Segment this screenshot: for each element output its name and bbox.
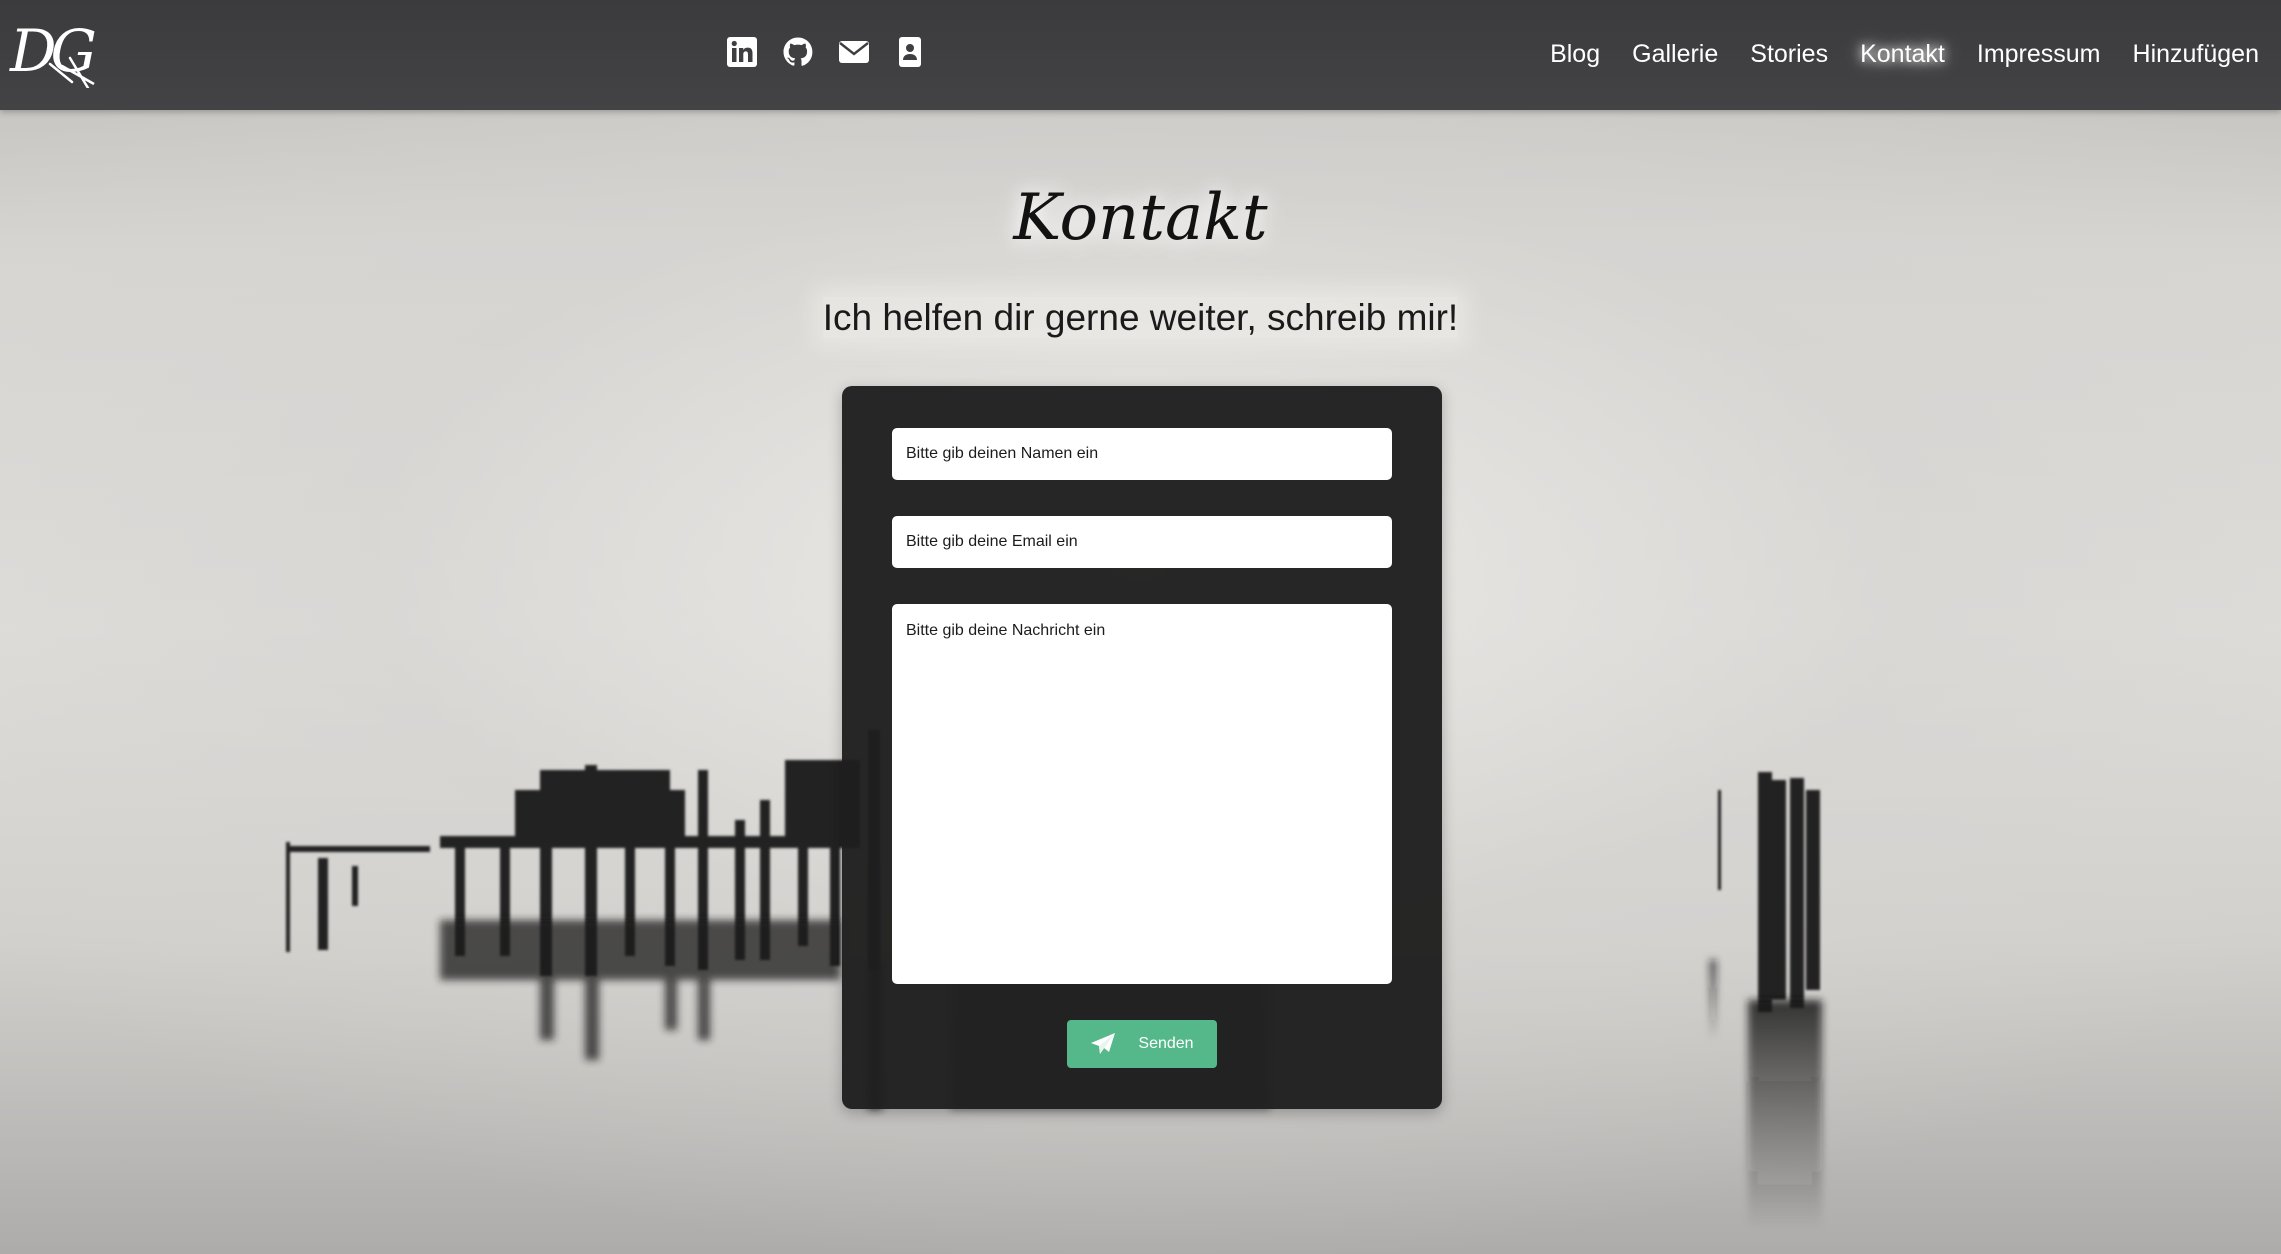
send-button[interactable]: Senden — [1067, 1020, 1217, 1068]
send-button-label: Senden — [1138, 1035, 1194, 1052]
nav-link-kontakt[interactable]: Kontakt — [1860, 38, 1945, 70]
nav-link-blog[interactable]: Blog — [1550, 38, 1600, 70]
site-logo[interactable]: DG — [10, 18, 100, 88]
social-links — [726, 36, 926, 68]
top-navbar: DG Blog Gallerie Stories Kontakt Impress… — [0, 0, 2281, 110]
nav-link-impressum[interactable]: Impressum — [1977, 38, 2101, 70]
main-navigation: Blog Gallerie Stories Kontakt Impressum … — [1550, 38, 2259, 70]
page-title: Kontakt — [1013, 181, 1268, 255]
linkedin-icon[interactable] — [726, 36, 758, 68]
email-input[interactable] — [892, 516, 1392, 568]
nav-link-gallerie[interactable]: Gallerie — [1632, 38, 1718, 70]
page-subtitle: Ich helfen dir gerne weiter, schreib mir… — [0, 294, 2281, 342]
paper-plane-icon — [1091, 1033, 1116, 1054]
nav-link-stories[interactable]: Stories — [1750, 38, 1828, 70]
logo-signature-mark — [48, 56, 95, 88]
message-textarea[interactable] — [892, 604, 1392, 984]
nav-link-hinzufuegen[interactable]: Hinzufügen — [2133, 38, 2259, 70]
contact-form: Senden — [842, 386, 1442, 1109]
page-subtitle-text: Ich helfen dir gerne weiter, schreib mir… — [822, 297, 1459, 338]
name-input[interactable] — [892, 428, 1392, 480]
contact-card-icon[interactable] — [894, 36, 926, 68]
github-icon[interactable] — [782, 36, 814, 68]
envelope-icon[interactable] — [838, 36, 870, 68]
